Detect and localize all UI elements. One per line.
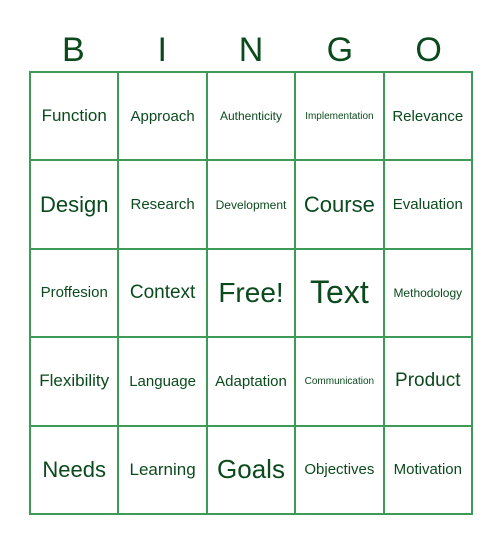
bingo-cell[interactable]: Goals [206, 425, 296, 514]
bingo-cell[interactable]: Adaptation [206, 337, 296, 426]
free-space-cell[interactable]: Free! [206, 248, 296, 338]
bingo-cell[interactable]: Implementation [295, 72, 384, 161]
bingo-cell[interactable]: Objectives [295, 425, 384, 514]
bingo-cell[interactable]: Motivation [383, 425, 472, 514]
bingo-cell[interactable]: Design [30, 160, 119, 249]
bingo-cell[interactable]: Proffesion [30, 248, 119, 338]
bingo-cell[interactable]: Product [383, 337, 472, 426]
header-letter-i: I [157, 31, 167, 69]
bingo-cell[interactable]: Needs [30, 425, 119, 514]
bingo-cell[interactable]: Function [30, 72, 119, 161]
header-letter-g: G [326, 31, 354, 69]
header-letter-n: N [238, 31, 264, 69]
bingo-cell[interactable]: Communication [295, 337, 384, 426]
bingo-header: B I N G O [29, 28, 473, 72]
bingo-cell[interactable]: Evaluation [383, 160, 472, 249]
bingo-cell[interactable]: Methodology [383, 248, 472, 338]
bingo-board: Function Approach Authenticity Implement… [29, 71, 473, 515]
bingo-cell[interactable]: Development [206, 160, 296, 249]
bingo-cell[interactable]: Context [118, 248, 207, 338]
bingo-cell[interactable]: Approach [118, 72, 207, 161]
header-letter-b: B [62, 31, 85, 69]
bingo-cell[interactable]: Relevance [383, 72, 472, 161]
bingo-cell[interactable]: Course [295, 160, 384, 249]
bingo-cell[interactable]: Learning [118, 425, 207, 514]
bingo-cell[interactable]: Language [118, 337, 207, 426]
bingo-cell[interactable]: Authenticity [206, 72, 296, 161]
bingo-cell[interactable]: Flexibility [30, 337, 119, 426]
bingo-cell[interactable]: Text [295, 248, 384, 338]
bingo-cell[interactable]: Research [118, 160, 207, 249]
header-letter-o: O [415, 31, 442, 69]
